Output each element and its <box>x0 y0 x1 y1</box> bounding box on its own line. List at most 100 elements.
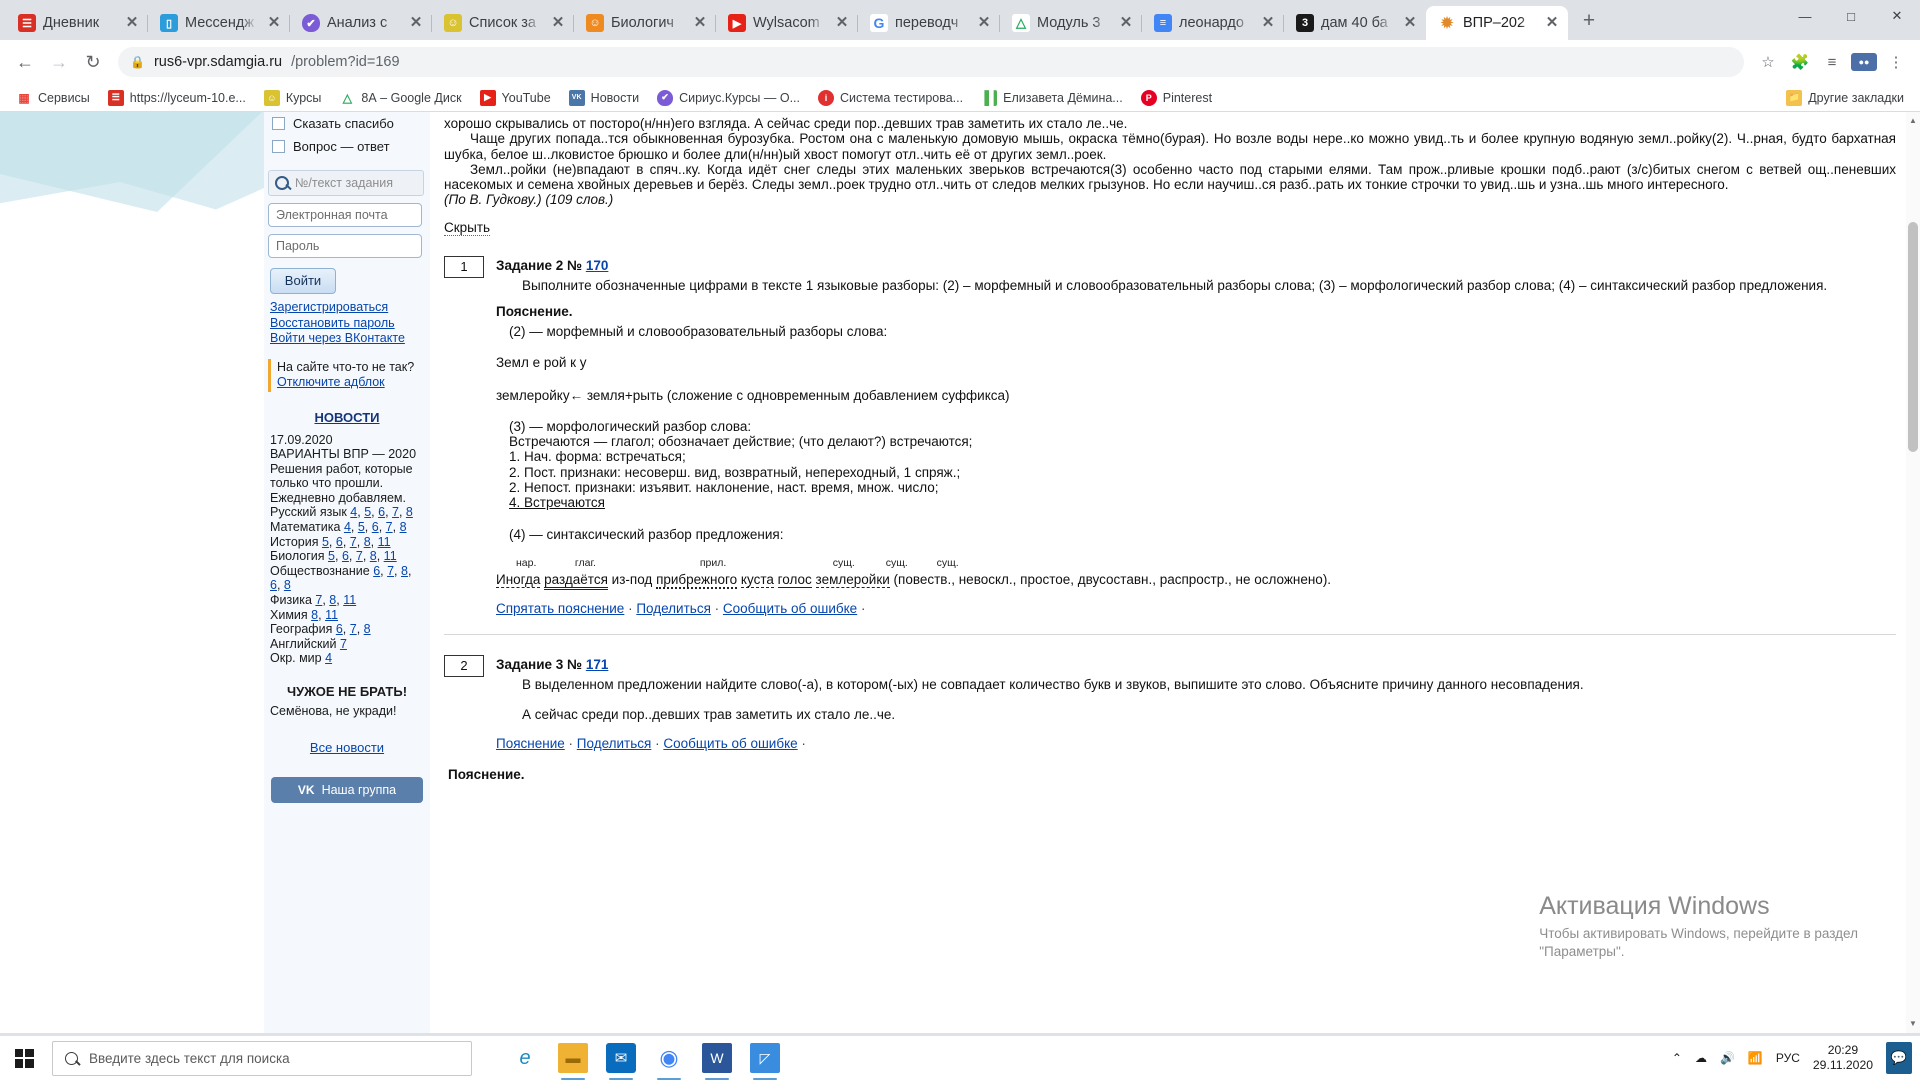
task-id-link[interactable]: 170 <box>586 258 609 273</box>
bookmark-item[interactable]: ✔ Сириус.Курсы — О... <box>649 87 808 109</box>
grade-link[interactable]: 7 <box>356 549 363 563</box>
bookmark-item[interactable]: VK Новости <box>561 87 647 109</box>
browser-tab[interactable]: G переводч ✕ <box>858 6 1000 40</box>
grade-link[interactable]: 4 <box>344 520 351 534</box>
grade-link[interactable]: 4 <box>350 505 357 519</box>
mail-icon[interactable]: ✉ <box>606 1043 636 1073</box>
grade-link[interactable]: 6 <box>372 520 379 534</box>
checkbox[interactable] <box>272 140 285 153</box>
grade-link[interactable]: 8 <box>370 549 377 563</box>
browser-tab[interactable]: ☺ Биологич ✕ <box>574 6 716 40</box>
puzzle-icon[interactable]: 🧩 <box>1786 48 1814 76</box>
browser-tab[interactable]: ☰ Дневник ✕ <box>6 6 148 40</box>
hide-link[interactable]: Скрыть <box>444 220 490 236</box>
browser-tab[interactable]: ▶ Wylsacom ✕ <box>716 6 858 40</box>
edge-icon[interactable]: e <box>510 1043 540 1073</box>
grade-link[interactable]: 5 <box>364 505 371 519</box>
minimize-button[interactable]: — <box>1782 0 1828 32</box>
tray-chevron-icon[interactable]: ⌃ <box>1672 1051 1682 1065</box>
email-field[interactable]: Электронная почта <box>268 203 422 227</box>
share-link[interactable]: Поделиться <box>636 601 711 616</box>
scroll-down-arrow[interactable]: ▼ <box>1906 1017 1920 1031</box>
close-icon[interactable]: ✕ <box>976 15 992 31</box>
notification-icon[interactable]: 💬 <box>1886 1042 1912 1074</box>
browser-tab-active[interactable]: ✹ ВПР–202 ✕ <box>1426 6 1568 40</box>
browser-tab[interactable]: ▯ Мессендж ✕ <box>148 6 290 40</box>
grade-link[interactable]: 7 <box>392 505 399 519</box>
page-scrollbar[interactable]: ▲ ▼ <box>1906 112 1920 1033</box>
browser-tab[interactable]: ✔ Анализ с ✕ <box>290 6 432 40</box>
report-error-link[interactable]: Сообщить об ошибке <box>723 601 857 616</box>
photos-icon[interactable]: ◸ <box>750 1043 780 1073</box>
report-error-link[interactable]: Сообщить об ошибке <box>663 736 797 751</box>
reading-list-icon[interactable]: ≡ <box>1818 48 1846 76</box>
grade-link[interactable]: 7 <box>350 622 357 636</box>
checkbox[interactable] <box>272 117 285 130</box>
browser-tab[interactable]: △ Модуль 3 ✕ <box>1000 6 1142 40</box>
grade-link[interactable]: 11 <box>378 535 391 549</box>
grade-link[interactable]: 8 <box>311 608 318 622</box>
adblock-disable-link[interactable]: Отключите адблок <box>277 375 385 389</box>
grade-link[interactable]: 8 <box>329 593 336 607</box>
grade-link[interactable]: 7 <box>386 520 393 534</box>
grade-link[interactable]: 6 <box>336 535 343 549</box>
speaker-icon[interactable]: 🔊 <box>1720 1051 1735 1065</box>
grade-link[interactable]: 8 <box>401 564 408 578</box>
grade-link[interactable]: 7 <box>350 535 357 549</box>
other-bookmarks-folder[interactable]: 📁 Другие закладки <box>1778 87 1912 109</box>
forward-icon[interactable]: → <box>44 47 74 77</box>
close-icon[interactable]: ✕ <box>408 15 424 31</box>
grade-link[interactable]: 7 <box>315 593 322 607</box>
explanation-link[interactable]: Пояснение <box>496 736 565 751</box>
grade-link[interactable]: 8 <box>400 520 407 534</box>
close-icon[interactable]: ✕ <box>834 15 850 31</box>
bookmark-item[interactable]: ▐▐ Елизавета Дёмина... <box>973 87 1131 109</box>
bookmark-item[interactable]: ☰ https://lyceum-10.e... <box>100 87 254 109</box>
hide-explanation-link[interactable]: Спрятать пояснение <box>496 601 624 616</box>
bookmark-item[interactable]: ▦ Сервисы <box>8 87 98 109</box>
grade-link[interactable]: 5 <box>328 549 335 563</box>
close-icon[interactable]: ✕ <box>1118 15 1134 31</box>
grade-link[interactable]: 8 <box>284 578 291 592</box>
close-icon[interactable]: ✕ <box>550 15 566 31</box>
bookmark-item[interactable]: ▶ YouTube <box>472 87 559 109</box>
avatar[interactable]: ●● <box>1850 48 1878 76</box>
login-button[interactable]: Войти <box>270 268 336 294</box>
grade-link[interactable]: 6 <box>270 578 277 592</box>
task-id-link[interactable]: 171 <box>586 657 609 672</box>
close-icon[interactable]: ✕ <box>1260 15 1276 31</box>
grade-link[interactable]: 6 <box>378 505 385 519</box>
grade-link[interactable]: 6 <box>336 622 343 636</box>
bookmark-item[interactable]: i Система тестирова... <box>810 87 971 109</box>
close-icon[interactable]: ✕ <box>1402 15 1418 31</box>
register-link[interactable]: Зарегистрироваться <box>270 300 430 316</box>
sidebar-item-question-answer[interactable]: Вопрос — ответ <box>264 135 430 158</box>
vk-login-link[interactable]: Войти через ВКонтакте <box>270 331 430 347</box>
bookmark-item[interactable]: P Pinterest <box>1133 87 1220 109</box>
restore-password-link[interactable]: Восстановить пароль <box>270 316 430 332</box>
close-window-button[interactable]: ✕ <box>1874 0 1920 32</box>
grade-link[interactable]: 4 <box>325 651 332 665</box>
windows-start-icon[interactable] <box>0 1036 48 1081</box>
file-explorer-icon[interactable]: ▬ <box>558 1043 588 1073</box>
back-icon[interactable]: ← <box>10 47 40 77</box>
taskbar-search-input[interactable]: Введите здесь текст для поиска <box>52 1041 472 1076</box>
browser-tab[interactable]: ≡ леонардо ✕ <box>1142 6 1284 40</box>
vk-group-button[interactable]: VK Наша группа <box>271 777 423 803</box>
scroll-up-arrow[interactable]: ▲ <box>1906 114 1920 128</box>
bookmark-item[interactable]: ☺ Курсы <box>256 87 330 109</box>
grade-link[interactable]: 8 <box>364 622 371 636</box>
wifi-icon[interactable]: 📶 <box>1748 1051 1763 1065</box>
grade-link[interactable]: 8 <box>406 505 413 519</box>
password-field[interactable]: Пароль <box>268 234 422 258</box>
sidebar-item-say-thanks[interactable]: Сказать спасибо <box>264 112 430 135</box>
grade-link[interactable]: 11 <box>343 593 356 607</box>
grade-link[interactable]: 6 <box>342 549 349 563</box>
close-icon[interactable]: ✕ <box>1544 15 1560 31</box>
close-icon[interactable]: ✕ <box>266 15 282 31</box>
reload-icon[interactable]: ↻ <box>78 47 108 77</box>
grade-link[interactable]: 6 <box>373 564 380 578</box>
new-tab-button[interactable]: + <box>1574 7 1604 37</box>
browser-tab[interactable]: ☺ Список за ✕ <box>432 6 574 40</box>
browser-tab[interactable]: 3 дам 40 ба ✕ <box>1284 6 1426 40</box>
